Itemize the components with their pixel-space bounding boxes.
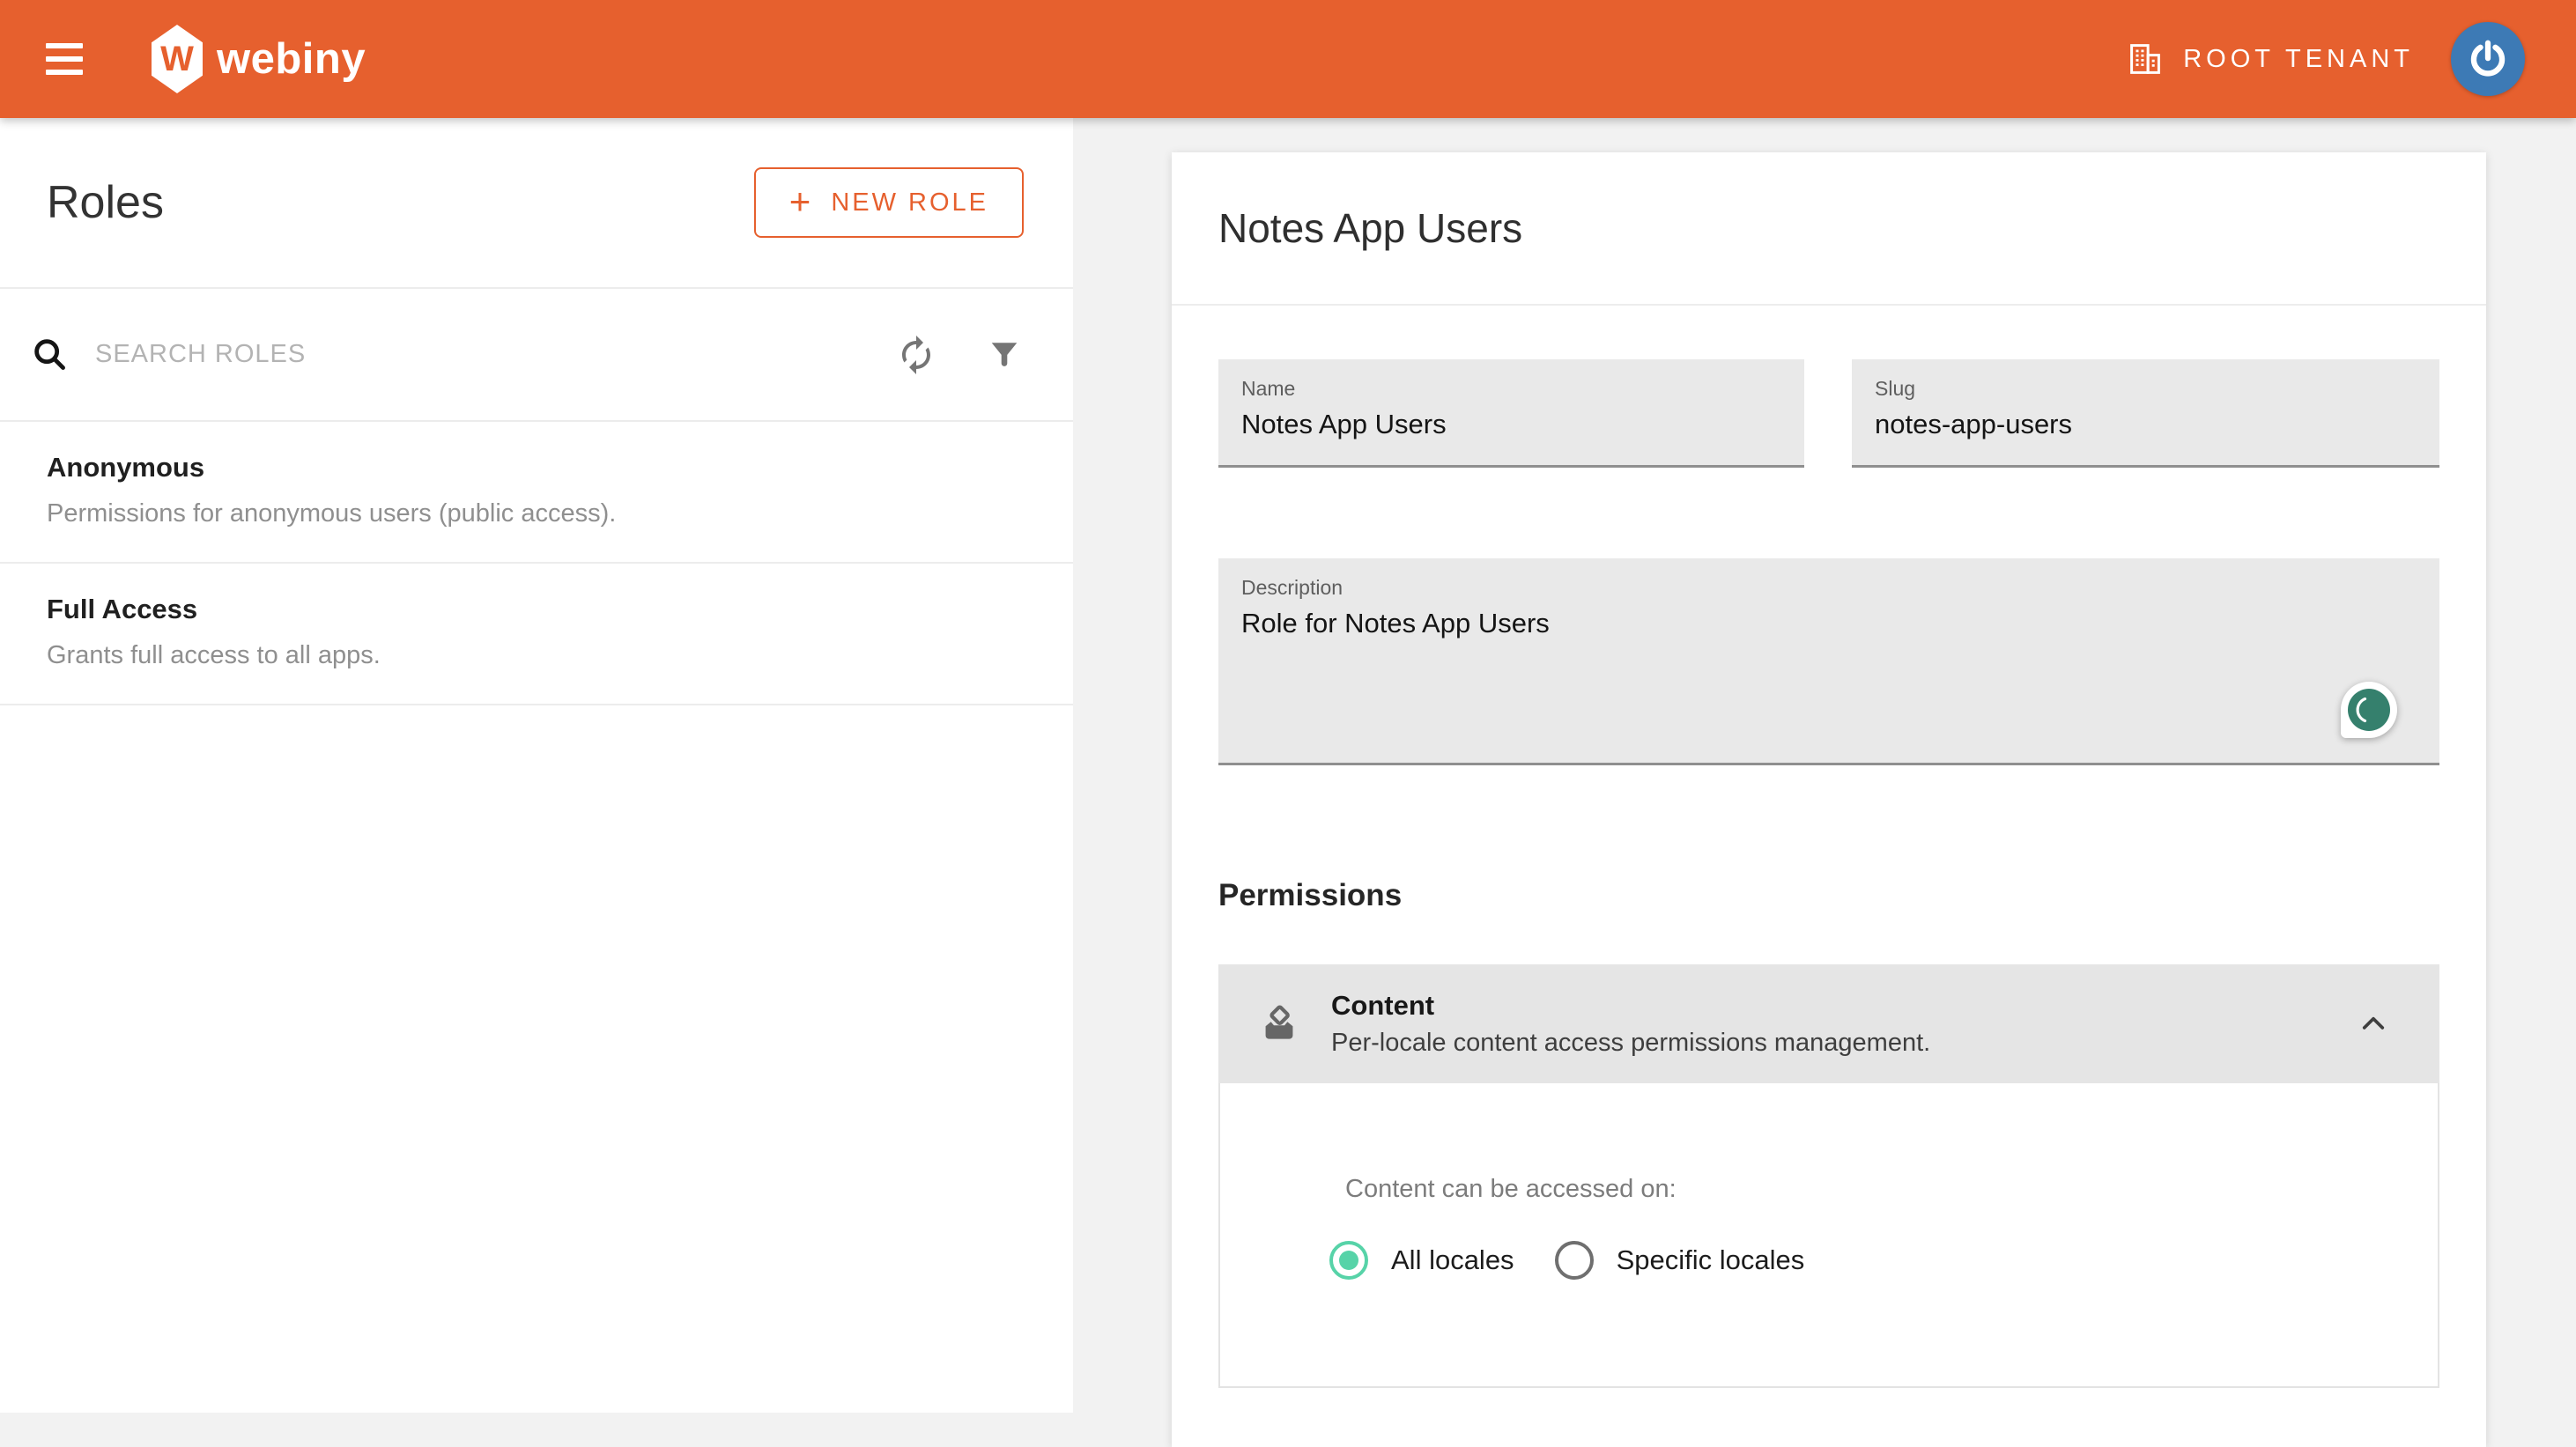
menu-bar: [46, 56, 83, 62]
refresh-button[interactable]: [895, 334, 937, 376]
content-accordion-text: Content Per-locale content access permis…: [1331, 990, 1930, 1058]
webiny-hexagon-icon: W: [152, 25, 203, 93]
building-icon: [2127, 41, 2164, 78]
role-detail-card: Notes App Users Name Slug Description Ro…: [1172, 152, 2486, 1447]
locales-radio-group: All locales Specific locales: [1329, 1241, 2438, 1280]
search-input[interactable]: [93, 339, 872, 370]
radio-option-all-locales[interactable]: All locales: [1329, 1241, 1514, 1280]
permissions-heading: Permissions: [1218, 878, 2439, 913]
webiny-wordmark: webiny: [217, 34, 366, 84]
spinner-arc-icon: [2349, 690, 2389, 730]
filter-button[interactable]: [985, 336, 1024, 374]
content-accordion-header[interactable]: Content Per-locale content access permis…: [1218, 964, 2439, 1083]
role-list-item-full-access[interactable]: Full Access Grants full access to all ap…: [0, 564, 1073, 705]
content-access-label: Content can be accessed on:: [1345, 1175, 2438, 1204]
slug-input[interactable]: [1875, 409, 2417, 440]
content-accordion-description: Per-locale content access permissions ma…: [1331, 1029, 1930, 1058]
chat-widget-spinner: [2348, 689, 2390, 731]
role-detail-title: Notes App Users: [1218, 204, 1522, 252]
role-item-title: Anonymous: [47, 452, 1026, 484]
new-role-button-label: NEW ROLE: [831, 188, 988, 218]
slug-field[interactable]: Slug: [1852, 359, 2439, 468]
content-accordion-title: Content: [1331, 990, 1930, 1022]
user-avatar[interactable]: [2451, 22, 2525, 96]
radio-specific-locales[interactable]: [1555, 1241, 1594, 1280]
filter-icon: [985, 336, 1024, 374]
roles-search-bar: [0, 289, 1073, 422]
chevron-up-icon[interactable]: [2357, 1008, 2390, 1041]
role-detail-header: Notes App Users: [1172, 152, 2486, 306]
name-slug-row: Name Slug: [1218, 359, 2439, 468]
menu-icon[interactable]: [46, 43, 83, 75]
description-field-label: Description: [1241, 576, 2417, 600]
webiny-logo-letter: W: [160, 40, 194, 79]
tenant-label: ROOT TENANT: [2183, 45, 2414, 74]
ballot-box-icon: [1257, 1002, 1301, 1046]
menu-bar: [46, 43, 83, 48]
description-input[interactable]: Role for Notes App Users: [1241, 608, 2417, 661]
power-icon: [2465, 36, 2511, 82]
slug-field-label: Slug: [1875, 377, 2417, 401]
name-field[interactable]: Name: [1218, 359, 1804, 468]
role-item-title: Full Access: [47, 594, 1026, 625]
name-field-label: Name: [1241, 377, 1781, 401]
roles-panel-header: Roles + NEW ROLE: [0, 118, 1073, 289]
roles-list-panel: Roles + NEW ROLE Anonymous Permissions f…: [0, 118, 1073, 1413]
radio-specific-locales-label: Specific locales: [1617, 1244, 1805, 1276]
chat-widget-button[interactable]: [2341, 682, 2397, 738]
role-list-item-anonymous[interactable]: Anonymous Permissions for anonymous user…: [0, 422, 1073, 564]
content-accordion-body: Content can be accessed on: All locales …: [1218, 1083, 2439, 1388]
new-role-button[interactable]: + NEW ROLE: [754, 167, 1024, 238]
name-input[interactable]: [1241, 409, 1781, 440]
webiny-logo: W webiny: [152, 25, 366, 93]
radio-all-locales-label: All locales: [1391, 1244, 1514, 1276]
search-icon: [30, 335, 70, 375]
description-field[interactable]: Description Role for Notes App Users: [1218, 558, 2439, 765]
app-bar-right: ROOT TENANT: [2127, 22, 2541, 96]
role-item-description: Permissions for anonymous users (public …: [47, 499, 1026, 528]
content-permissions-accordion: Content Per-locale content access permis…: [1218, 964, 2439, 1388]
role-detail-body: Name Slug Description Role for Notes App…: [1172, 359, 2486, 1388]
page-title: Roles: [47, 176, 164, 229]
menu-bar: [46, 70, 83, 75]
radio-all-locales[interactable]: [1329, 1241, 1368, 1280]
tenant-selector[interactable]: ROOT TENANT: [2127, 41, 2414, 78]
role-item-description: Grants full access to all apps.: [47, 641, 1026, 670]
app-bar: W webiny ROOT TENANT: [0, 0, 2576, 118]
radio-option-specific-locales[interactable]: Specific locales: [1555, 1241, 1805, 1280]
refresh-icon: [895, 334, 937, 376]
